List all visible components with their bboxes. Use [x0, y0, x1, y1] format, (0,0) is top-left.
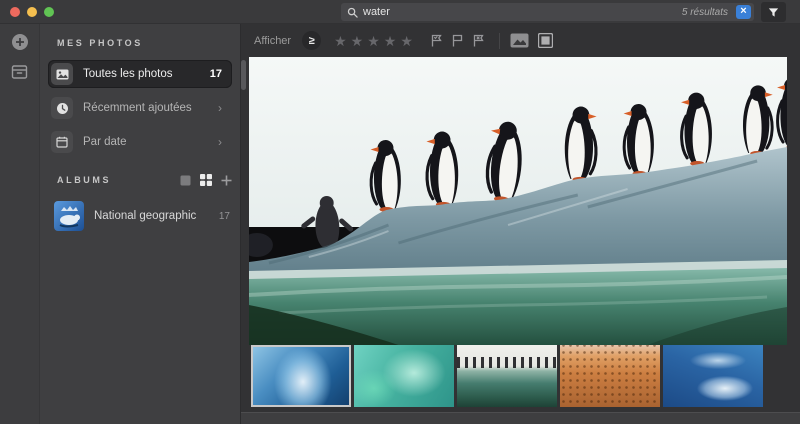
album-label: National geographic [94, 210, 196, 222]
my-photos-header: MES PHOTOS [40, 36, 240, 60]
thumbnail-penguins-waterline[interactable] [457, 345, 557, 407]
show-label: Afficher [254, 35, 291, 47]
sidebar-item-recently-added[interactable]: Récemment ajoutées › [48, 94, 232, 122]
titlebar: 5 résultats × [0, 0, 800, 24]
star-icon[interactable]: ★ [351, 34, 364, 48]
photo-grid-view-icon[interactable] [510, 33, 529, 48]
albums-header: ALBUMS [57, 175, 111, 185]
add-album-button[interactable] [221, 175, 232, 186]
window-controls [10, 7, 54, 17]
search-results-count: 5 résultats [682, 7, 728, 18]
albums-header-row: ALBUMS [40, 174, 240, 196]
content-area: Afficher ≥ ★ ★ ★ ★ ★ [240, 24, 800, 424]
view-toolbar: Afficher ≥ ★ ★ ★ ★ ★ [241, 24, 800, 57]
content-scrollbar-thumb[interactable] [241, 60, 246, 90]
thumbnail-ice-cave[interactable] [251, 345, 351, 407]
close-window-button[interactable] [10, 7, 20, 17]
star-icon[interactable]: ★ [384, 34, 397, 48]
flag-pick-icon[interactable] [429, 33, 444, 48]
album-count-badge: 17 [219, 211, 230, 222]
clock-icon [51, 97, 73, 119]
list-view-icon[interactable] [180, 175, 191, 186]
star-icon[interactable]: ★ [334, 34, 347, 48]
flag-neutral-icon[interactable] [450, 33, 465, 48]
library-archive-icon[interactable] [11, 64, 28, 80]
left-rail [0, 24, 40, 424]
add-photos-button[interactable] [11, 33, 29, 51]
clear-search-button[interactable]: × [736, 5, 751, 19]
star-icon[interactable]: ★ [400, 34, 413, 48]
star-icon[interactable]: ★ [367, 34, 380, 48]
filmstrip [241, 345, 800, 407]
rating-operator-button[interactable]: ≥ [302, 31, 321, 50]
sidebar-item-all-photos[interactable]: Toutes les photos 17 [48, 60, 232, 88]
sidebar: MES PHOTOS Toutes les photos 17 Récemmen… [40, 24, 240, 424]
album-cover-thumbnail [54, 201, 84, 231]
app-body: MES PHOTOS Toutes les photos 17 Récemmen… [0, 24, 800, 424]
thumbnail-orange-beach[interactable] [560, 345, 660, 407]
chevron-right-icon: › [218, 136, 222, 148]
toolbar-divider [499, 33, 500, 49]
star-rating-filter[interactable]: ★ ★ ★ ★ ★ [334, 34, 413, 48]
single-photo-view-icon[interactable] [538, 33, 553, 48]
main-photo-penguins [249, 57, 787, 345]
flag-reject-icon[interactable] [471, 33, 486, 48]
album-item-national-geographic[interactable]: National geographic 17 [40, 196, 240, 234]
chevron-right-icon: › [218, 102, 222, 114]
photo-count-badge: 17 [210, 68, 222, 80]
horizontal-scrollbar-track[interactable] [241, 412, 800, 424]
grid-view-icon[interactable] [200, 174, 212, 186]
photo-icon [51, 63, 73, 85]
main-photo-viewer[interactable] [249, 57, 787, 345]
search-icon [347, 7, 358, 18]
sidebar-item-label: Par date [83, 136, 126, 148]
thumbnail-polar-bear[interactable] [663, 345, 763, 407]
view-mode-buttons [510, 33, 553, 48]
search-box[interactable]: 5 résultats × [341, 3, 754, 21]
search-input[interactable] [363, 6, 682, 18]
sidebar-item-label: Toutes les photos [83, 68, 173, 80]
funnel-icon [767, 6, 780, 19]
minimize-window-button[interactable] [27, 7, 37, 17]
thumbnail-green-fish[interactable] [354, 345, 454, 407]
zoom-window-button[interactable] [44, 7, 54, 17]
filter-button[interactable] [761, 2, 786, 22]
sidebar-item-by-date[interactable]: Par date › [48, 128, 232, 156]
sidebar-item-label: Récemment ajoutées [83, 102, 192, 114]
flag-filters [429, 33, 486, 48]
calendar-icon [51, 131, 73, 153]
